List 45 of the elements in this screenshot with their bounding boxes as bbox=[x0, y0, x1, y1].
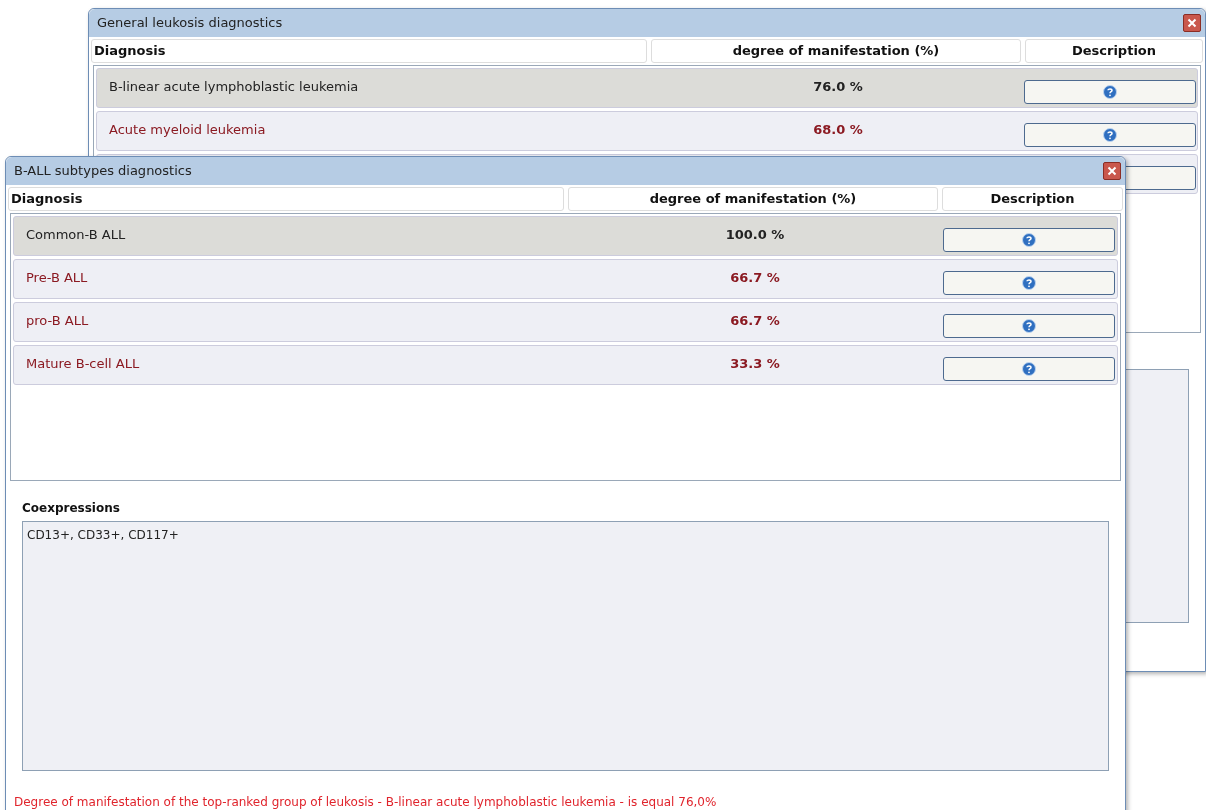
description-button[interactable] bbox=[942, 357, 1115, 381]
result-row[interactable]: Acute myeloid leukemia 68.0 % bbox=[96, 111, 1198, 151]
help-icon bbox=[1021, 362, 1036, 376]
close-icon bbox=[1187, 18, 1197, 28]
result-row[interactable]: B-linear acute lymphoblastic leukemia 76.0 % bbox=[96, 68, 1198, 108]
manifestation-value: 66.7 % bbox=[729, 269, 781, 287]
result-row[interactable]: Common-B ALL 100.0 % bbox=[13, 216, 1118, 256]
manifestation-value: 68.0 % bbox=[812, 121, 864, 139]
description-button[interactable] bbox=[942, 314, 1115, 338]
manifestation-value: 76.0 % bbox=[812, 78, 864, 96]
result-row[interactable]: pro-B ALL 66.7 % bbox=[13, 302, 1118, 342]
column-header: Diagnosis bbox=[91, 39, 647, 63]
help-icon bbox=[1021, 276, 1036, 290]
description-button[interactable] bbox=[942, 271, 1115, 295]
column-header: Description bbox=[942, 187, 1123, 211]
diagnosis-text: Pre-B ALL bbox=[25, 269, 89, 287]
diagnosis-text: Mature B-cell ALL bbox=[25, 355, 141, 373]
coexpressions-label: Coexpressions bbox=[22, 500, 121, 517]
window-title: General leukosis diagnostics bbox=[97, 14, 283, 33]
help-icon bbox=[1021, 319, 1036, 333]
diagnosis-text: Acute myeloid leukemia bbox=[108, 121, 267, 139]
result-row[interactable]: Mature B-cell ALL 33.3 % bbox=[13, 345, 1118, 385]
column-header: Description bbox=[1025, 39, 1203, 63]
close-button[interactable] bbox=[1103, 162, 1121, 180]
help-icon bbox=[1103, 128, 1117, 142]
status-message: Degree of manifestation of the top-ranked group of leukosis - B-linear acute lymphoblastic leukemia - is equal 76,0% bbox=[13, 794, 718, 810]
help-icon bbox=[1021, 233, 1036, 247]
diagnosis-text: B-linear acute lymphoblastic leukemia bbox=[108, 78, 360, 96]
manifestation-value: 100.0 % bbox=[724, 226, 786, 244]
diagnosis-text: pro-B ALL bbox=[25, 312, 90, 330]
description-button[interactable] bbox=[1024, 123, 1196, 147]
manifestation-value: 33.3 % bbox=[729, 355, 781, 373]
coexpressions-field[interactable]: CD13+, CD33+, CD117+ bbox=[22, 521, 1109, 771]
column-header: degree of manifestation (%) bbox=[568, 187, 938, 211]
close-button[interactable] bbox=[1183, 14, 1201, 32]
description-button[interactable] bbox=[942, 228, 1115, 252]
manifestation-value: 66.7 % bbox=[729, 312, 781, 330]
column-header: degree of manifestation (%) bbox=[651, 39, 1021, 63]
diagnosis-text: Common-B ALL bbox=[25, 226, 127, 244]
result-row[interactable]: Pre-B ALL 66.7 % bbox=[13, 259, 1118, 299]
help-icon bbox=[1103, 85, 1117, 99]
window-title: B-ALL subtypes diagnostics bbox=[14, 162, 192, 181]
close-icon bbox=[1107, 166, 1117, 176]
description-button[interactable] bbox=[1024, 80, 1196, 104]
column-header: Diagnosis bbox=[8, 187, 564, 211]
